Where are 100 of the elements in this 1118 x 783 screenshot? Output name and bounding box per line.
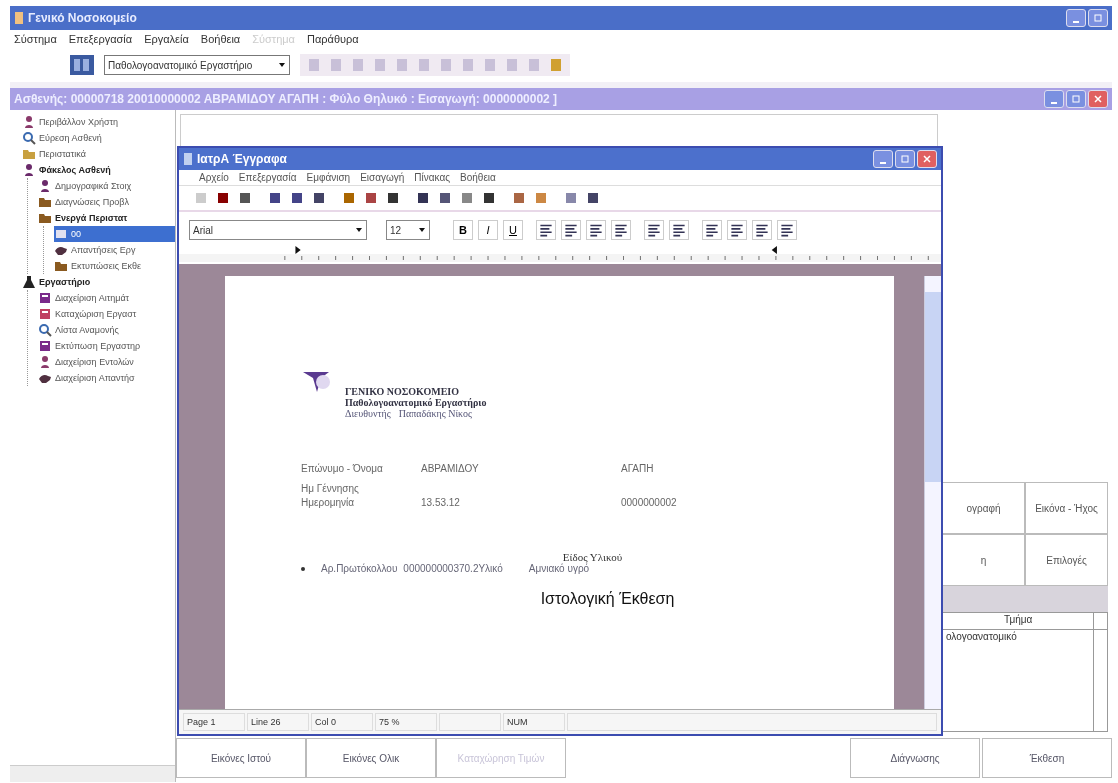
department-dropdown[interactable]: Παθολογοανατομικό Εργαστήριο (104, 55, 290, 75)
tree-item[interactable]: Εργαστήριο (22, 274, 91, 290)
tree-item[interactable]: Διαχείριση Εντολών (38, 354, 134, 370)
tree-item[interactable]: Απαντήσεις Εργ (54, 242, 136, 258)
document-icon (54, 227, 68, 241)
document-text: Αμνιακό υγρό (528, 563, 590, 574)
tree-item[interactable]: Διαχείριση Απαντήσ (38, 370, 135, 386)
toolbar-icon[interactable] (415, 190, 431, 206)
align-icon[interactable] (777, 220, 797, 240)
document-text: Ημερομηνία (301, 497, 356, 510)
window-title: Γενικό Νοσοκομείο (28, 11, 137, 25)
status-panel: Line 26 (247, 713, 309, 731)
tree-item[interactable]: Διαχείριση Αιτημάτ (38, 290, 130, 306)
align-icon[interactable] (561, 220, 581, 240)
menu-item[interactable]: Βοήθεια (460, 172, 496, 183)
restore-button[interactable] (1066, 90, 1086, 108)
minimize-button[interactable] (1044, 90, 1064, 108)
action-button[interactable]: Διάγνωσης (850, 738, 980, 778)
toolbar-icon[interactable] (585, 190, 601, 206)
align-icon[interactable] (669, 220, 689, 240)
document-text: Επώνυμο - Όνομα (301, 463, 384, 476)
align-icon[interactable] (644, 220, 664, 240)
document-text: Παθολογοανατομικό Εργαστήριο (345, 397, 487, 408)
scrollbar[interactable] (10, 765, 175, 782)
close-button[interactable] (917, 150, 937, 168)
action-button[interactable]: Εικόνες Ιστού (176, 738, 306, 778)
caret-icon (418, 226, 426, 234)
toolbar-icon[interactable] (237, 190, 253, 206)
status-panel: NUM (503, 713, 565, 731)
restore-button[interactable] (1088, 9, 1108, 27)
tree-item[interactable]: Λίστα Αναμονής (38, 322, 119, 338)
menu-item[interactable]: Πίνακας (414, 172, 451, 183)
minimize-button[interactable] (873, 150, 893, 168)
search-icon (38, 323, 52, 337)
menu-item[interactable]: Επεξεργασία (68, 33, 133, 45)
menu-item[interactable]: Εμφάνιση (306, 172, 351, 183)
tree-item[interactable]: Φάκελος Ασθενή (22, 162, 111, 178)
person-icon (38, 179, 52, 193)
person-icon (22, 115, 36, 129)
toolbar-icon[interactable] (385, 190, 401, 206)
menu-item[interactable]: Εισαγωγή (360, 172, 405, 183)
font-size-dropdown[interactable]: 12 (386, 220, 430, 240)
tree-item[interactable]: Εκτυπώσεις Εκθε (54, 258, 141, 274)
restore-icon (1093, 13, 1103, 23)
toolbar-icon[interactable] (289, 190, 305, 206)
app-icon (14, 11, 24, 25)
font-dropdown[interactable]: Arial (189, 220, 367, 240)
align-icon[interactable] (727, 220, 747, 240)
format-button[interactable]: B (453, 220, 473, 240)
align-icon[interactable] (586, 220, 606, 240)
app-icon (183, 152, 193, 166)
panel-button[interactable]: η (942, 534, 1025, 586)
tree-item[interactable]: Δημογραφικά Στοιχ (38, 178, 132, 194)
menu-item[interactable]: Αρχείο (199, 172, 229, 183)
document-text: Διευθυντής (345, 408, 391, 419)
align-icon[interactable] (611, 220, 631, 240)
restore-button[interactable] (895, 150, 915, 168)
document-text: Ημ Γέννησης (301, 483, 360, 496)
document-text: Είδος Υλικού (562, 551, 624, 563)
align-icon[interactable] (536, 220, 556, 240)
tree-item[interactable]: Διαγνώσεις Προβλ (38, 194, 129, 210)
tree-item[interactable]: Καταχώριση Εργαστ (38, 306, 137, 322)
align-icon[interactable] (702, 220, 722, 240)
tree-item[interactable]: Περιστατικά (22, 146, 86, 162)
minimize-icon (1051, 102, 1057, 104)
tree-item[interactable]: 00 (54, 226, 175, 242)
book-icon (38, 339, 52, 353)
panel-button[interactable]: Εικόνα - Ήχος (1025, 482, 1108, 534)
minimize-button[interactable] (1066, 9, 1086, 27)
tree-item[interactable]: Ενεργά Περιστατ (38, 210, 128, 226)
document-text: ΓΕΝΙΚΟ ΝΟΣΟΚΟΜΕΙΟ (345, 386, 460, 397)
scrollbar[interactable] (924, 276, 941, 709)
toolbar-icon[interactable] (363, 190, 379, 206)
logo-icon (70, 55, 94, 75)
menu-item[interactable]: Παράθυρα (307, 33, 359, 45)
menu-item[interactable]: Σύστημα (14, 33, 57, 45)
format-button[interactable]: U (503, 220, 523, 240)
tree-item[interactable]: Εκτύπωση Εργαστηρ (38, 338, 141, 354)
toolbar-icon[interactable] (267, 190, 283, 206)
panel-button[interactable]: Επιλογές (1025, 534, 1108, 586)
close-button[interactable] (1088, 90, 1108, 108)
document-text: Παπαδάκης Νίκος (398, 408, 472, 419)
restore-icon (900, 154, 910, 164)
panel-button[interactable]: ογραφή (942, 482, 1025, 534)
menu-item[interactable]: Επεξεργασία (238, 172, 297, 183)
tree-item[interactable]: Περιβάλλον Χρήστη (22, 114, 119, 130)
action-button[interactable]: Εικόνες Ολικ (306, 738, 436, 778)
menu-item[interactable]: Εργαλεία (144, 33, 189, 45)
align-icon[interactable] (752, 220, 772, 240)
toolbar-icon[interactable] (311, 190, 327, 206)
tree-item[interactable]: Εύρεση Ασθενή (22, 130, 102, 146)
status-panel: 75 % (375, 713, 437, 731)
toolbar-icon[interactable] (437, 190, 453, 206)
toolbar-icon[interactable] (481, 190, 497, 206)
status-panel (439, 713, 501, 731)
format-button[interactable]: I (478, 220, 498, 240)
menu-item[interactable]: Βοήθεια (200, 33, 241, 45)
action-button[interactable]: Έκθεση (982, 738, 1112, 778)
toolbar-icon[interactable] (215, 190, 231, 206)
status-panel: Col 0 (311, 713, 373, 731)
